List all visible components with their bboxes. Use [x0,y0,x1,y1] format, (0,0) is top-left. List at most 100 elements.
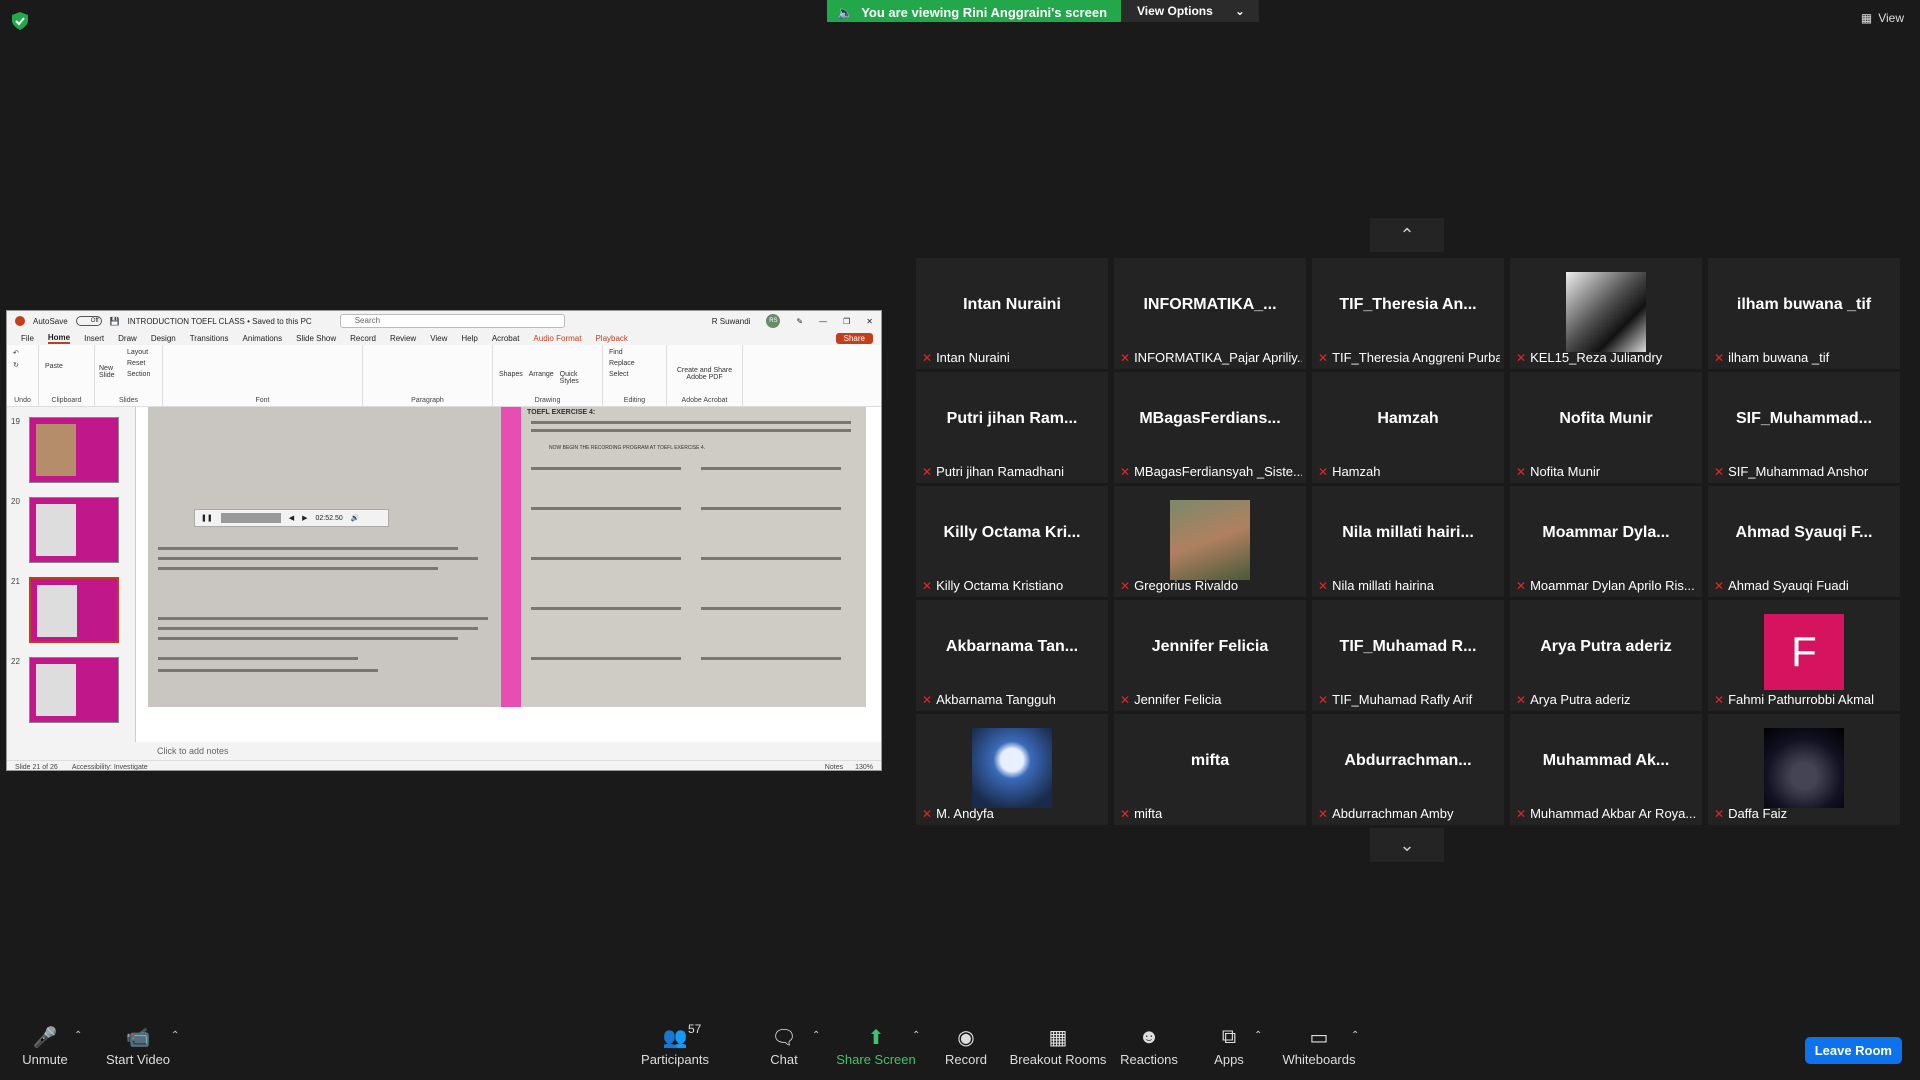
arrange-button[interactable]: Arrange [529,371,554,378]
tab-draw[interactable]: Draw [118,334,137,343]
participant-tile[interactable]: TIF_Muhamad R... ✕ TIF_Muhamad Rafly Arif [1312,600,1504,711]
slide-thumbnail-20[interactable] [29,497,119,563]
paste-button[interactable]: Paste [45,363,88,370]
security-shield-icon[interactable] [12,12,28,30]
chat-button[interactable]: 🗨 Chat [739,1022,829,1068]
document-title[interactable]: INTRODUCTION TOEFL CLASS • Saved to this… [128,317,312,326]
autosave-toggle[interactable]: Off [75,316,102,326]
notes-pane[interactable]: Click to add notes [7,742,881,760]
tab-animations[interactable]: Animations [243,334,283,343]
ppt-search-box[interactable]: Search [339,314,565,328]
share-screen-button[interactable]: ⬆ Share Screen [831,1022,921,1068]
minimize-icon[interactable]: — [819,317,827,326]
apps-button[interactable]: ⧉ Apps [1184,1022,1274,1068]
start-video-button[interactable]: 📹 Start Video [93,1022,183,1068]
tab-file[interactable]: File [21,334,34,343]
section-button[interactable]: Section [127,371,156,378]
notes-button[interactable]: Notes [825,764,843,770]
quick-styles-button[interactable]: Quick Styles [560,371,582,385]
tab-audio-format[interactable]: Audio Format [533,334,581,343]
accessibility-status[interactable]: Accessibility: Investigate [72,764,148,770]
participant-tile[interactable]: Killy Octama Kri... ✕ Killy Octama Kristia… [916,486,1108,597]
participants-button[interactable]: 👥 57 Participants [630,1022,720,1067]
participant-tile[interactable]: Nila millati hairi... ✕ Nila millati hairi… [1312,486,1504,597]
tab-transitions[interactable]: Transitions [190,334,229,343]
slide-canvas[interactable]: TOEFL EXERCISE 4: NOW BEGIN THE RECORDIN… [135,407,881,742]
audio-progress-bar[interactable] [220,513,281,523]
slide-thumbnail-19[interactable] [29,417,119,483]
video-options-caret[interactable]: ⌃ [171,1030,179,1041]
new-slide-button[interactable]: New Slide [99,365,119,379]
apps-options-caret[interactable]: ⌃ [1254,1030,1262,1041]
participant-tile[interactable]: Moammar Dyla... ✕ Moammar Dylan Aprilo Ris… [1510,486,1702,597]
layout-button[interactable]: Layout [127,349,156,356]
restore-icon[interactable]: ❐ [843,317,850,326]
record-button[interactable]: ◉ Record [921,1022,1011,1068]
reactions-button[interactable]: ☻ Reactions [1104,1022,1194,1068]
view-button[interactable]: ▦ View [1861,11,1904,25]
tab-acrobat[interactable]: Acrobat [492,334,520,343]
participant-tile[interactable]: INFORMATIKA_... ✕ INFORMATIKA_Pajar Aprili… [1114,258,1306,369]
slide-thumbnail-21[interactable] [29,577,119,643]
create-pdf-button[interactable]: Create and Share Adobe PDF [673,367,736,381]
participant-tile[interactable]: ✕ M. Andyfa [916,714,1108,825]
participant-tile[interactable]: Akbarnama Tan... ✕ Akbarnama Tangguh [916,600,1108,711]
gallery-up-arrow[interactable]: ⌃ [1370,218,1444,252]
tab-view[interactable]: View [430,334,447,343]
participant-tile[interactable]: ✕ KEL15_Reza Juliandry [1510,258,1702,369]
leave-room-button[interactable]: Leave Room [1804,1037,1902,1064]
participant-tile[interactable]: ilham buwana _tif ✕ ilham buwana _tif [1708,258,1900,369]
whiteboards-button[interactable]: ▭ Whiteboards [1274,1022,1364,1068]
participant-tile[interactable]: SIF_Muhammad... ✕ SIF_Muhammad Anshor [1708,372,1900,483]
undo-icon[interactable]: ↶ [13,349,32,357]
reset-button[interactable]: Reset [127,360,156,367]
redo-icon[interactable]: ↻ [13,361,32,369]
forward-icon[interactable]: ▶ [302,514,307,522]
user-avatar[interactable]: RS [766,314,781,328]
pause-icon[interactable]: ❚❚ [201,514,213,522]
find-button[interactable]: Find [609,349,660,356]
tab-record[interactable]: Record [350,334,376,343]
volume-icon[interactable]: 🔊 [351,514,360,522]
gallery-down-arrow[interactable]: ⌄ [1370,828,1444,862]
view-options-button[interactable]: View Options ⌄ [1121,0,1259,22]
rewind-icon[interactable]: ◀ [289,514,294,522]
tab-slide-show[interactable]: Slide Show [296,334,336,343]
whiteboards-options-caret[interactable]: ⌃ [1351,1030,1359,1041]
audio-options-caret[interactable]: ⌃ [74,1030,82,1041]
save-icon[interactable]: 💾 [110,317,120,326]
tab-design[interactable]: Design [151,334,176,343]
participant-tile[interactable]: Intan Nuraini ✕ Intan Nuraini [916,258,1108,369]
close-icon[interactable]: ✕ [866,317,873,326]
replace-button[interactable]: Replace [609,360,660,367]
audio-player[interactable]: ❚❚ ◀ ▶ 02:52.50 🔊 [194,509,389,527]
share-button[interactable]: Share [835,332,873,344]
slide-thumbnail-22[interactable] [29,657,119,723]
participant-tile[interactable]: Arya Putra aderiz ✕ Arya Putra aderiz [1510,600,1702,711]
participant-tile[interactable]: Muhammad Ak... ✕ Muhammad Akbar Ar Roya... [1510,714,1702,825]
participant-tile[interactable]: F ✕ Fahmi Pathurrobbi Akmal [1708,600,1900,711]
participant-tile[interactable]: Abdurrachman... ✕ Abdurrachman Amby [1312,714,1504,825]
participant-tile[interactable]: Putri jihan Ram... ✕ Putri jihan Ramadhani [916,372,1108,483]
pen-icon[interactable]: ✎ [796,317,803,326]
participant-tile[interactable]: Nofita Munir ✕ Nofita Munir [1510,372,1702,483]
participant-tile[interactable]: mifta ✕ mifta [1114,714,1306,825]
participant-tile[interactable]: Ahmad Syauqi F... ✕ Ahmad Syauqi Fuadi [1708,486,1900,597]
participant-tile[interactable]: ✕ Daffa Faiz [1708,714,1900,825]
tab-playback[interactable]: Playback [595,334,627,343]
participant-tile[interactable]: MBagasFerdians... ✕ MBagasFerdiansyah _Sis… [1114,372,1306,483]
shapes-button[interactable]: Shapes [499,371,523,378]
tab-home[interactable]: Home [47,333,71,344]
chat-options-caret[interactable]: ⌃ [812,1030,820,1041]
tab-review[interactable]: Review [390,334,416,343]
share-options-caret[interactable]: ⌃ [912,1030,920,1041]
participant-tile[interactable]: ✕ Gregorius Rivaldo [1114,486,1306,597]
select-button[interactable]: Select [609,371,660,378]
tab-insert[interactable]: Insert [84,334,104,343]
participant-tile[interactable]: Jennifer Felicia ✕ Jennifer Felicia [1114,600,1306,711]
participant-tile[interactable]: TIF_Theresia An... ✕ TIF_Theresia Anggreni… [1312,258,1504,369]
tab-help[interactable]: Help [461,334,477,343]
breakout-rooms-button[interactable]: ▦ Breakout Rooms [1008,1022,1108,1068]
unmute-button[interactable]: 🎤 Unmute [0,1022,90,1068]
zoom-level[interactable]: 130% [855,764,873,770]
